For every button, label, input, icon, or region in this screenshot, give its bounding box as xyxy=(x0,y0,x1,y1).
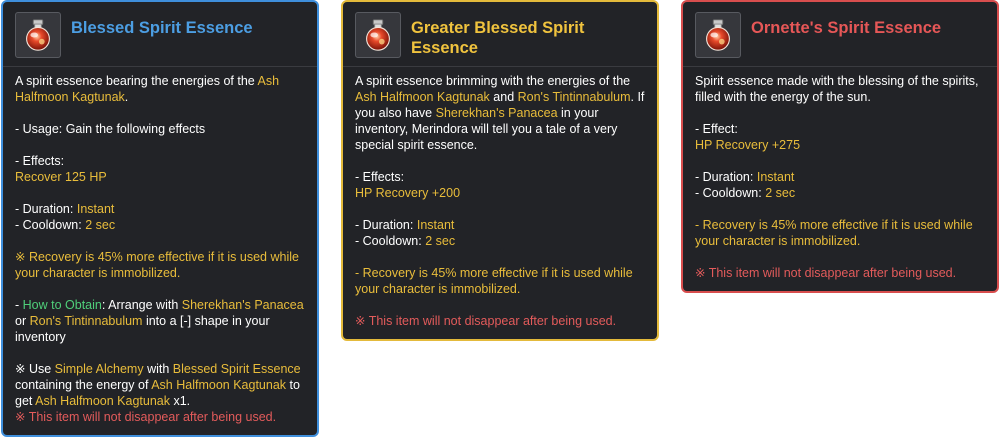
text: - xyxy=(15,298,23,312)
effect-block: - Effect: HP Recovery +275 xyxy=(695,121,985,153)
item-description: Spirit essence made with the blessing of… xyxy=(695,74,979,104)
tooltip-body: A spirit essence bearing the energies of… xyxy=(3,67,317,425)
duration-line: - Duration: Instant xyxy=(15,201,305,217)
timing-block: - Duration: Instant - Cooldown: 2 sec xyxy=(355,217,645,249)
item-link: Ash Halfmoon Kagtunak xyxy=(355,90,490,104)
tooltip-header: Greater Blessed Spirit Essence xyxy=(343,2,657,67)
duration-label: - Duration: xyxy=(15,202,77,216)
effects-label: - Effects: xyxy=(15,154,65,168)
effects-value: HP Recovery +200 xyxy=(355,186,461,200)
effects-value: Recover 125 HP xyxy=(15,170,107,184)
item-tooltip-ornettes-spirit-essence: Ornette's Spirit Essence Spirit essence … xyxy=(681,0,999,293)
text: A spirit essence brimming with the energ… xyxy=(355,74,631,88)
item-link: Ron's Tintinnabulum xyxy=(29,314,143,328)
duration-label: - Duration: xyxy=(695,170,757,184)
text: ※ Use xyxy=(15,362,55,376)
text: containing the energy of xyxy=(15,378,152,392)
item-tooltip-greater-blessed-spirit-essence: Greater Blessed Spirit Essence A spirit … xyxy=(341,0,659,341)
item-link: Sherekhan's Panacea xyxy=(181,298,304,312)
persist-note: ※ This item will not disappear after bei… xyxy=(15,410,277,424)
cooldown-label: - Cooldown: xyxy=(695,186,766,200)
duration-value: Instant xyxy=(76,202,115,216)
recovery-note: - Recovery is 45% more effective if it i… xyxy=(695,218,973,248)
item-title: Greater Blessed Spirit Essence xyxy=(411,19,585,57)
tooltip-header: Blessed Spirit Essence xyxy=(3,2,317,67)
text: : Arrange with xyxy=(101,298,182,312)
how-to-obtain: - How to Obtain: Arrange with Sherekhan'… xyxy=(15,297,305,345)
text: . xyxy=(124,90,129,104)
usage-line: - Usage: Gain the following effects xyxy=(15,122,206,136)
duration-value: Instant xyxy=(756,170,795,184)
effects-block: - Effects: HP Recovery +200 xyxy=(355,169,645,201)
cooldown-label: - Cooldown: xyxy=(355,234,426,248)
text: with xyxy=(143,362,173,376)
tooltip-body: A spirit essence brimming with the energ… xyxy=(343,67,657,329)
cooldown-line: - Cooldown: 2 sec xyxy=(695,185,985,201)
item-link: Ron's Tintinnabulum xyxy=(517,90,631,104)
item-title: Ornette's Spirit Essence xyxy=(751,19,942,37)
timing-block: - Duration: Instant - Cooldown: 2 sec xyxy=(15,201,305,233)
effects-label: - Effects: xyxy=(355,170,405,184)
item-link: Simple Alchemy xyxy=(54,362,144,376)
recovery-note: ※ Recovery is 45% more effective if it i… xyxy=(15,250,299,280)
duration-line: - Duration: Instant xyxy=(355,217,645,233)
cooldown-line: - Cooldown: 2 sec xyxy=(15,217,305,233)
spirit-essence-flask-icon xyxy=(15,12,61,58)
cooldown-value: 2 sec xyxy=(85,218,116,232)
item-description: A spirit essence bearing the energies of… xyxy=(15,73,305,105)
text: A spirit essence bearing the energies of… xyxy=(15,74,258,88)
duration-line: - Duration: Instant xyxy=(695,169,985,185)
cooldown-line: - Cooldown: 2 sec xyxy=(355,233,645,249)
persist-note: ※ This item will not disappear after bei… xyxy=(355,314,617,328)
recovery-note: - Recovery is 45% more effective if it i… xyxy=(355,266,633,296)
effect-value: HP Recovery +275 xyxy=(695,138,801,152)
persist-note: ※ This item will not disappear after bei… xyxy=(695,266,957,280)
tooltip-header: Ornette's Spirit Essence xyxy=(683,2,997,67)
cooldown-value: 2 sec xyxy=(765,186,796,200)
cooldown-value: 2 sec xyxy=(425,234,456,248)
item-link: Sherekhan's Panacea xyxy=(435,106,558,120)
cooldown-label: - Cooldown: xyxy=(15,218,86,232)
duration-value: Instant xyxy=(416,218,455,232)
item-link: Ash Halfmoon Kagtunak xyxy=(35,394,170,408)
text: x1. xyxy=(169,394,191,408)
text: and xyxy=(489,90,518,104)
effects-block: - Effects: Recover 125 HP xyxy=(15,153,305,185)
item-tooltip-blessed-spirit-essence: Blessed Spirit Essence A spirit essence … xyxy=(1,0,319,437)
tooltip-body: Spirit essence made with the blessing of… xyxy=(683,67,997,281)
timing-block: - Duration: Instant - Cooldown: 2 sec xyxy=(695,169,985,201)
spirit-essence-flask-icon xyxy=(355,12,401,58)
alchemy-note: ※ Use Simple Alchemy with Blessed Spirit… xyxy=(15,361,305,409)
item-link: Ash Halfmoon Kagtunak xyxy=(151,378,287,392)
item-description: A spirit essence brimming with the energ… xyxy=(355,73,645,153)
item-title: Blessed Spirit Essence xyxy=(71,19,253,37)
effect-label: - Effect: xyxy=(695,122,738,136)
obtain-label: How to Obtain xyxy=(22,298,102,312)
duration-label: - Duration: xyxy=(355,218,417,232)
text: or xyxy=(15,314,30,328)
spirit-essence-flask-icon xyxy=(695,12,741,58)
item-link: Blessed Spirit Essence xyxy=(172,362,301,376)
